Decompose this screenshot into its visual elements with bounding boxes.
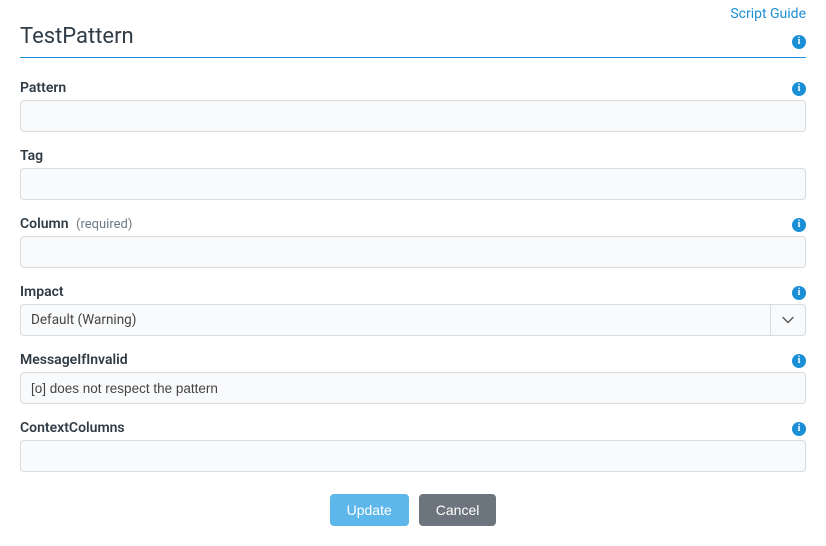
field-context-columns: ContextColumns i xyxy=(20,420,806,472)
cancel-button[interactable]: Cancel xyxy=(419,494,497,526)
message-if-invalid-input[interactable] xyxy=(20,372,806,404)
button-row: Update Cancel xyxy=(20,494,806,526)
tag-label: Tag xyxy=(20,148,43,164)
column-required-text: (required) xyxy=(76,217,132,232)
field-message-if-invalid: MessageIfInvalid i xyxy=(20,352,806,404)
info-icon[interactable]: i xyxy=(792,286,806,300)
field-pattern: Pattern i xyxy=(20,80,806,132)
field-label-row: ContextColumns i xyxy=(20,420,806,436)
impact-select[interactable]: Default (Warning) xyxy=(20,304,806,336)
pattern-label: Pattern xyxy=(20,80,66,96)
top-link-row: Script Guide xyxy=(20,6,806,22)
field-column: Column (required) i xyxy=(20,216,806,268)
impact-select-value[interactable]: Default (Warning) xyxy=(21,305,771,335)
context-columns-input[interactable] xyxy=(20,440,806,472)
info-icon[interactable]: i xyxy=(792,354,806,368)
column-label-text: Column xyxy=(20,216,69,232)
message-if-invalid-label: MessageIfInvalid xyxy=(20,352,128,368)
pattern-input[interactable] xyxy=(20,100,806,132)
context-columns-label: ContextColumns xyxy=(20,420,125,436)
impact-label: Impact xyxy=(20,284,64,300)
header-row: TestPattern i xyxy=(20,24,806,58)
field-label-row: Impact i xyxy=(20,284,806,300)
field-label-row: MessageIfInvalid i xyxy=(20,352,806,368)
field-label-row: Column (required) i xyxy=(20,216,806,232)
script-guide-link[interactable]: Script Guide xyxy=(730,6,806,22)
info-icon[interactable]: i xyxy=(792,82,806,96)
field-impact: Impact i Default (Warning) xyxy=(20,284,806,336)
info-icon[interactable]: i xyxy=(792,422,806,436)
form-page: Script Guide TestPattern i Pattern i Tag… xyxy=(0,0,826,546)
chevron-down-icon[interactable] xyxy=(771,305,805,335)
page-title: TestPattern xyxy=(20,24,134,49)
info-icon[interactable]: i xyxy=(792,35,806,49)
column-label: Column (required) xyxy=(20,216,132,232)
field-label-row: Tag xyxy=(20,148,806,164)
column-input[interactable] xyxy=(20,236,806,268)
update-button[interactable]: Update xyxy=(330,494,409,526)
info-icon[interactable]: i xyxy=(792,218,806,232)
field-label-row: Pattern i xyxy=(20,80,806,96)
tag-input[interactable] xyxy=(20,168,806,200)
field-tag: Tag xyxy=(20,148,806,200)
